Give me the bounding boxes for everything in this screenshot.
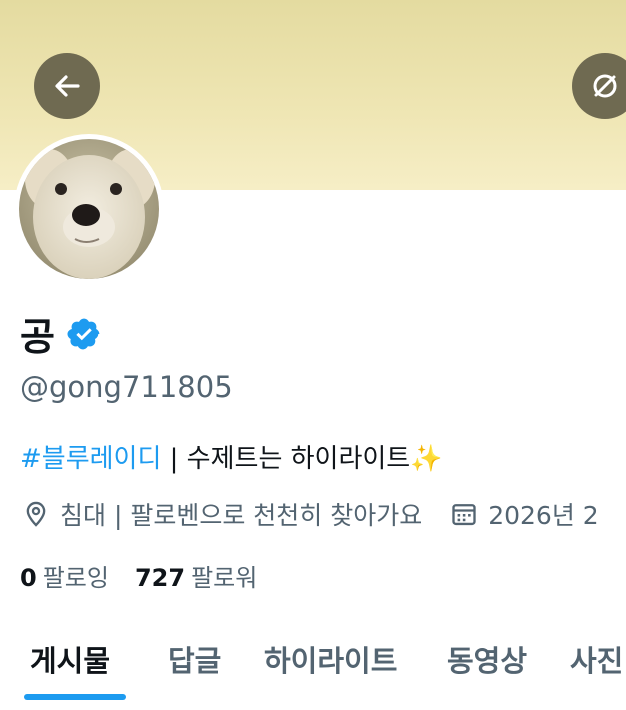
display-name: 공 [20,315,56,359]
followers-label: 팔로워 [191,564,258,592]
bio-text: | 수제트는 하이라이트 [161,444,411,474]
tab-replies[interactable]: 답글 [168,638,221,680]
followers-link[interactable]: 727 팔로워 [135,558,257,593]
tab-photos[interactable]: 사진 [570,638,623,680]
unavailable-icon [593,74,617,98]
name-row: 공 [20,306,102,361]
calendar-icon [452,504,476,526]
active-tab-indicator [24,694,126,700]
avatar[interactable] [14,134,164,284]
avatar-image [19,139,159,279]
tab-posts[interactable]: 게시물 [30,638,110,680]
tab-videos[interactable]: 동영상 [447,638,527,680]
followers-count: 727 [134,564,186,592]
back-button[interactable] [34,53,100,119]
follow-stats: 0 팔로잉 727 팔로워 [20,558,257,593]
sparkles-emoji: ✨ [410,444,443,474]
profile-meta: 침대 | 팔로벤으로 천천히 찾아가요 2026년 2 [22,496,599,532]
following-link[interactable]: 0 팔로잉 [20,558,109,593]
following-label: 팔로잉 [42,564,109,592]
arrow-left-icon [55,75,80,97]
tab-highlights[interactable]: 하이라이트 [264,638,397,680]
bio: #블루레이디 | 수제트는 하이라이트✨ [20,438,443,475]
following-count: 0 [20,564,37,592]
verified-badge-icon[interactable] [66,316,102,352]
bio-hashtag-link[interactable]: #블루레이디 [20,444,161,474]
joined-date: 2026년 2 [488,501,599,530]
username-handle: @gong711805 [20,370,233,404]
location-pin-icon [26,501,46,527]
location-text: 침대 | 팔로벤으로 천천히 찾아가요 [60,501,423,530]
